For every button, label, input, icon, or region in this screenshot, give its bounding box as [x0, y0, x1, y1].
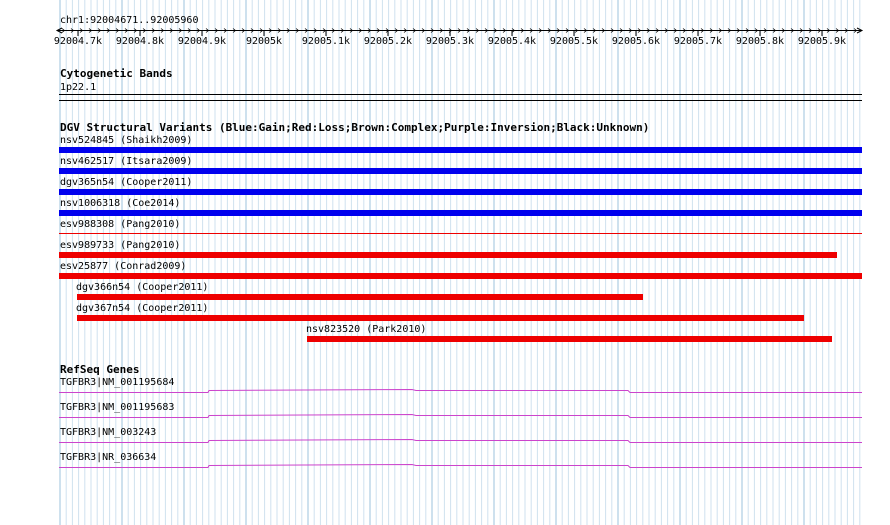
refseq-track-title: RefSeq Genes: [60, 363, 140, 376]
cytoband-line-bottom: [59, 100, 862, 101]
dgv-feature-label[interactable]: dgv365n54 (Cooper2011): [60, 177, 192, 188]
dgv-feature-loss-bar[interactable]: [77, 294, 643, 300]
ruler-tick-label: 92005.4k: [487, 36, 537, 47]
dgv-feature-loss-bar[interactable]: [59, 273, 862, 279]
refseq-gene-label[interactable]: TGFBR3|NR_036634: [60, 452, 156, 463]
ruler-tick-label: 92005.8k: [735, 36, 785, 47]
ruler-tick-label: 92005k: [245, 36, 283, 47]
dgv-feature-loss-bar[interactable]: [77, 315, 804, 321]
dgv-feature-label[interactable]: esv989733 (Pang2010): [60, 240, 180, 251]
dgv-feature-label[interactable]: nsv462517 (Itsara2009): [60, 156, 192, 167]
refseq-gene-label[interactable]: TGFBR3|NM_003243: [60, 427, 156, 438]
cytoband-label[interactable]: 1p22.1: [60, 82, 96, 93]
dgv-feature-loss-bar[interactable]: [59, 233, 862, 234]
ruler-tick-label: 92005.7k: [673, 36, 723, 47]
cytoband-track-title: Cytogenetic Bands: [60, 67, 173, 80]
dgv-feature-label[interactable]: nsv1006318 (Coe2014): [60, 198, 180, 209]
ruler-tick-label: 92004.8k: [115, 36, 165, 47]
dgv-feature-label[interactable]: dgv367n54 (Cooper2011): [76, 303, 208, 314]
ruler-tick-label: 92004.9k: [177, 36, 227, 47]
ruler-tick-label: 92005.2k: [363, 36, 413, 47]
cytoband-line-top: [59, 94, 862, 95]
refseq-gene-label[interactable]: TGFBR3|NM_001195683: [60, 402, 174, 413]
dgv-feature-gain-bar[interactable]: [59, 210, 862, 216]
dgv-track-title: DGV Structural Variants (Blue:Gain;Red:L…: [60, 121, 650, 134]
dgv-feature-loss-bar[interactable]: [59, 252, 837, 258]
dgv-feature-label[interactable]: nsv823520 (Park2010): [306, 324, 426, 335]
dgv-feature-label[interactable]: esv25877 (Conrad2009): [60, 261, 186, 272]
dgv-feature-label[interactable]: esv988308 (Pang2010): [60, 219, 180, 230]
dgv-feature-gain-bar[interactable]: [59, 189, 862, 195]
ruler-tick-label: 92005.9k: [797, 36, 847, 47]
dgv-feature-gain-bar[interactable]: [59, 147, 862, 153]
ruler-tick-label: 92005.1k: [301, 36, 351, 47]
ruler-tick-label: 92005.5k: [549, 36, 599, 47]
dgv-feature-label[interactable]: nsv524845 (Shaikh2009): [60, 135, 192, 146]
ruler-tick-label: 92005.6k: [611, 36, 661, 47]
ruler-tick-label: 92005.3k: [425, 36, 475, 47]
ruler-tick-label: 92004.7k: [53, 36, 103, 47]
refseq-gene-label[interactable]: TGFBR3|NM_001195684: [60, 377, 174, 388]
dgv-feature-loss-bar[interactable]: [307, 336, 832, 342]
dgv-feature-gain-bar[interactable]: [59, 168, 862, 174]
dgv-feature-label[interactable]: dgv366n54 (Cooper2011): [76, 282, 208, 293]
